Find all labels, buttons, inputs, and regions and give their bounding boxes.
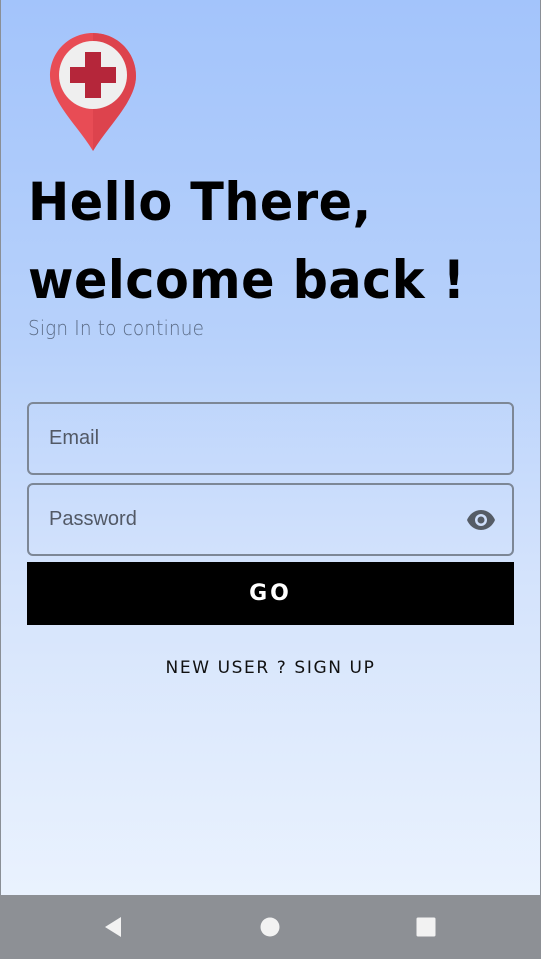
headline-line-2: welcome back ! [28,250,466,311]
home-circle-icon[interactable] [255,912,285,942]
email-input[interactable] [49,427,449,450]
page-title: Hello There, welcome back ! [28,164,466,320]
eye-icon[interactable] [466,509,496,531]
recents-square-icon[interactable] [411,912,441,942]
go-button[interactable]: GO [27,562,514,625]
subtitle: Sign In to continue [28,316,205,340]
back-triangle-icon[interactable] [99,912,129,942]
medical-location-pin-icon [50,33,136,151]
password-input[interactable] [49,508,449,531]
system-nav-bar [0,895,541,959]
headline-line-1: Hello There, [28,172,372,233]
email-field[interactable] [27,402,514,475]
password-field[interactable] [27,483,514,556]
signup-link[interactable]: NEW USER ? SIGN UP [0,658,541,678]
